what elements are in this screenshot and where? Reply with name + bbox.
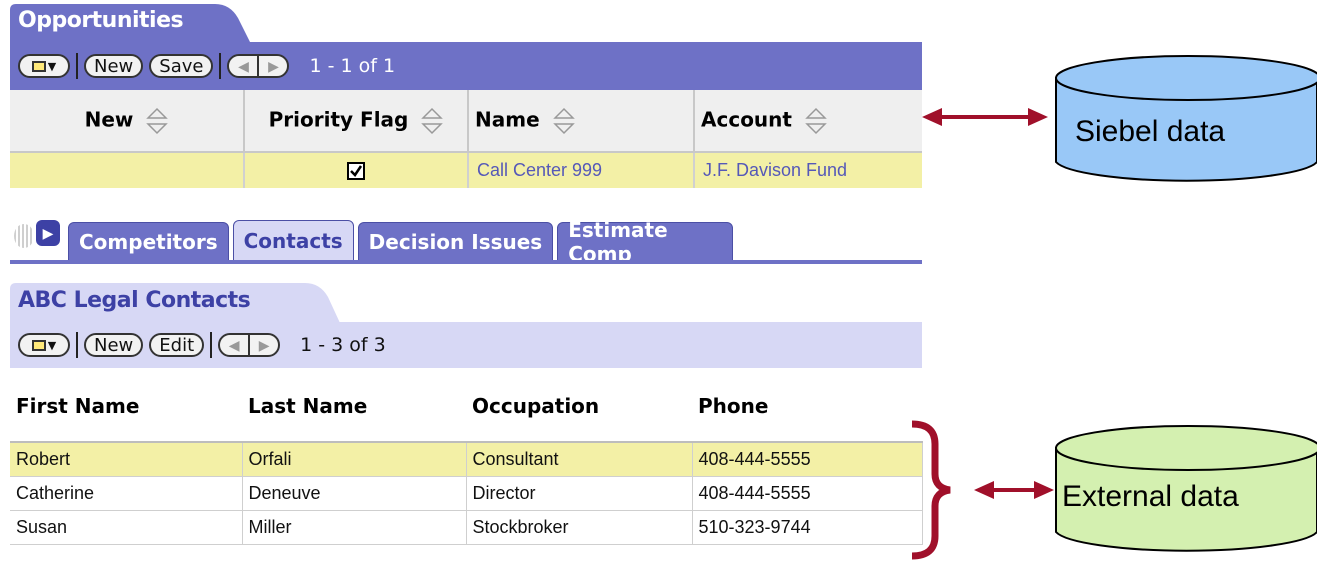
external-data-label: External data <box>1062 480 1239 513</box>
bracket-icon <box>911 420 951 560</box>
siebel-data-label: Siebel data <box>1075 115 1226 148</box>
annotation-overlay <box>911 55 1317 560</box>
external-arrow <box>974 481 1054 499</box>
siebel-arrow <box>922 108 1048 126</box>
